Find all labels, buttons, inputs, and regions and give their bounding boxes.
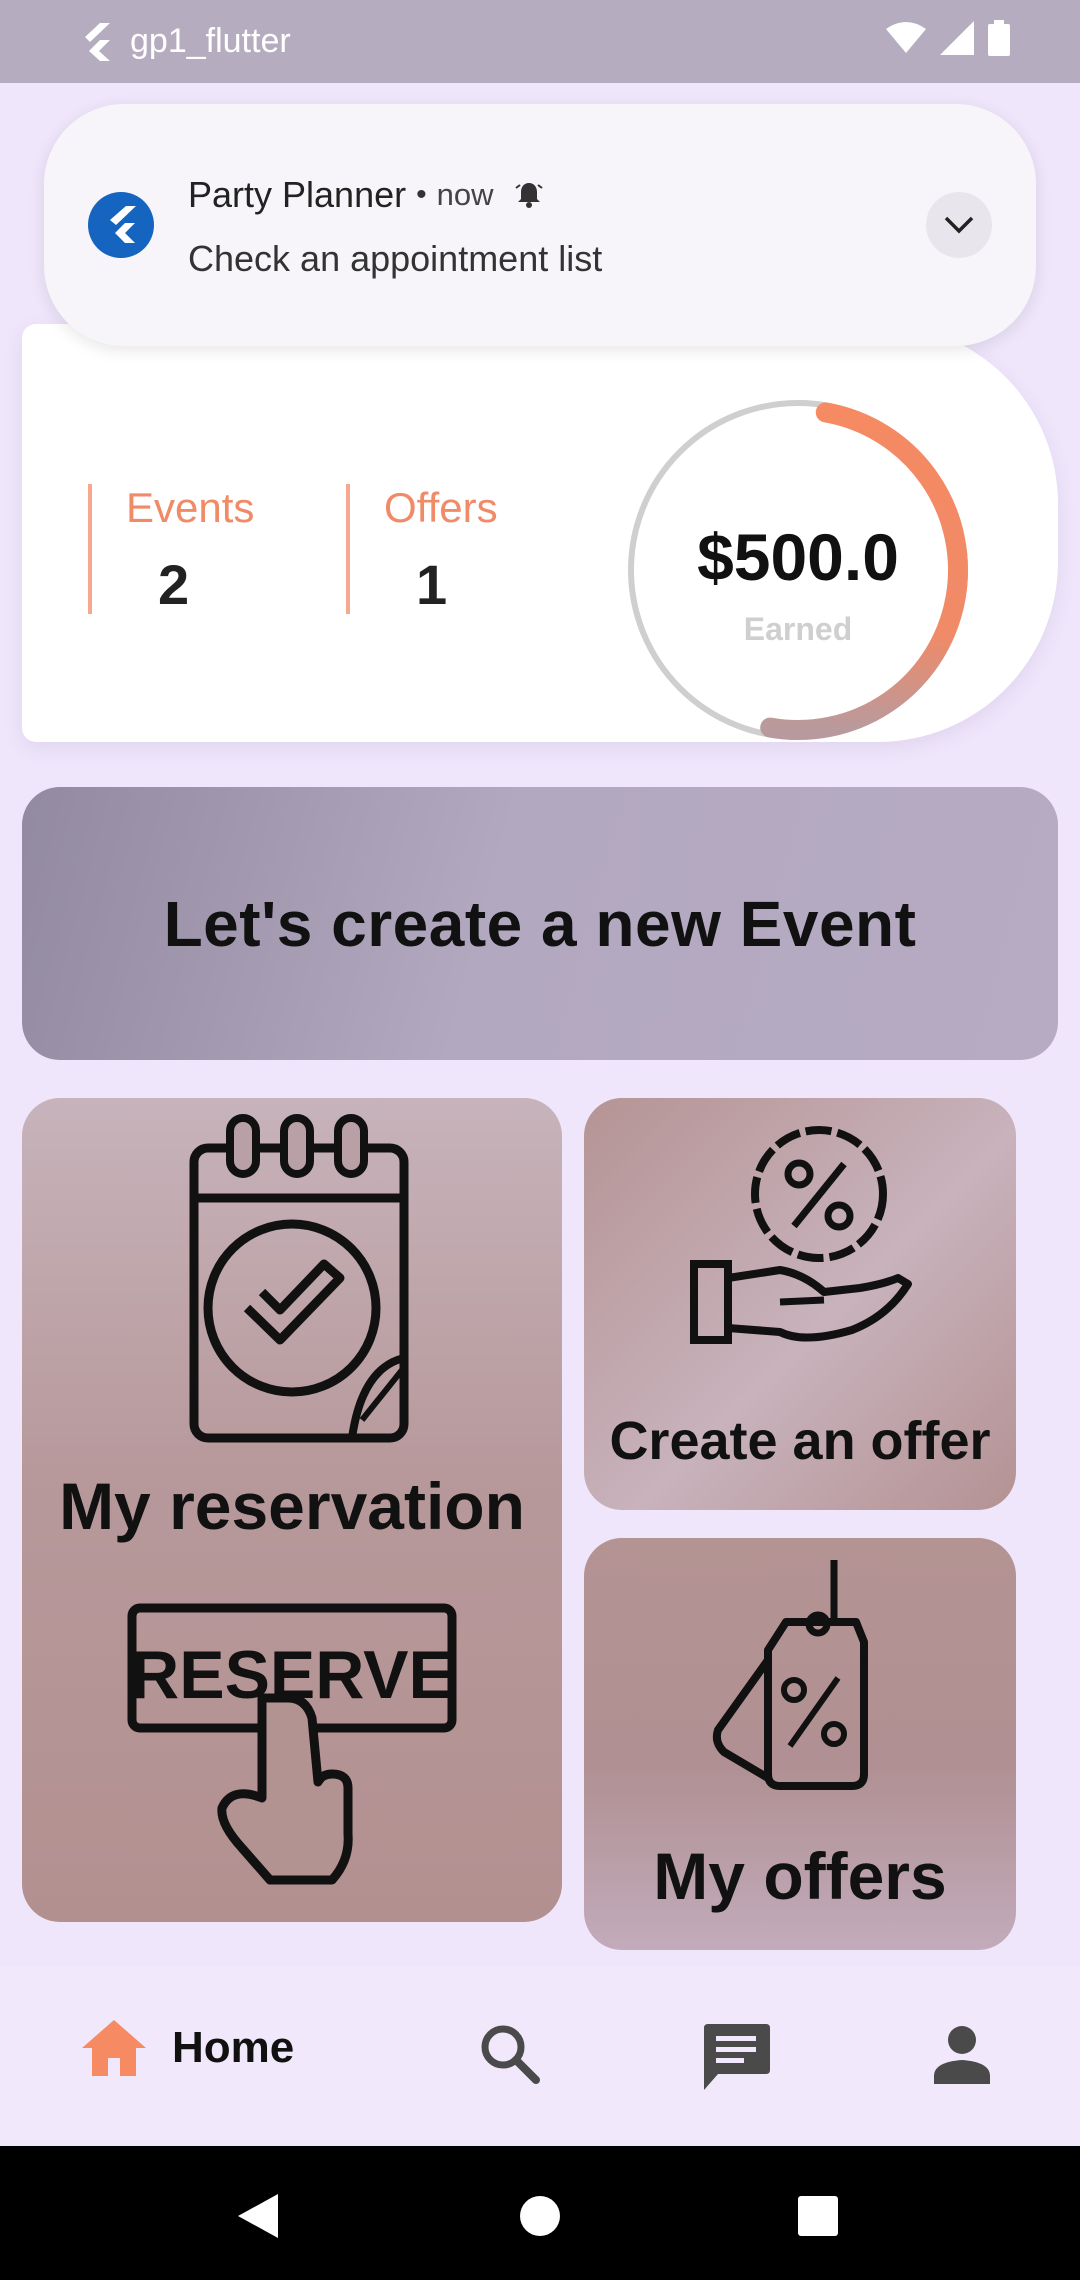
earned-label: Earned [744, 611, 852, 647]
events-stat[interactable]: Events 2 [88, 484, 292, 616]
earned-amount: $500.0 [697, 520, 899, 594]
search-icon [481, 2025, 540, 2084]
nav-home[interactable]: Home [80, 2018, 294, 2078]
my-reservation-tile[interactable]: My reservation RESERVE [22, 1098, 562, 1922]
flutter-logo-icon [85, 22, 110, 61]
notification-message: Check an appointment list [188, 238, 603, 279]
status-bar: gp1_flutter [0, 0, 1080, 83]
events-value: 2 [158, 553, 190, 616]
offers-value: 1 [416, 553, 448, 616]
bell-icon [514, 183, 543, 208]
home-circle-icon[interactable] [518, 2194, 562, 2238]
status-app: gp1_flutter [82, 22, 291, 61]
events-label: Events [126, 484, 255, 531]
offers-stat[interactable]: Offers 1 [346, 484, 550, 616]
nav-profile[interactable] [932, 2024, 992, 2089]
notification-header: Party Planner • now [188, 174, 544, 216]
notification-time: now [436, 177, 494, 212]
nav-messages[interactable] [700, 2020, 772, 2097]
expand-notification-button[interactable] [926, 192, 992, 258]
my-offers-label: My offers [653, 1839, 947, 1913]
reserve-click-icon: RESERVE [127, 1603, 457, 1885]
back-icon[interactable] [236, 2192, 280, 2240]
nav-home-label: Home [172, 2023, 295, 2072]
status-icons [886, 20, 1010, 56]
person-icon [934, 2026, 990, 2084]
stats-card: Events 2 Offers 1 $500.0 Earned [22, 324, 1058, 742]
chevron-down-icon [944, 216, 974, 234]
my-offers-tile[interactable]: My offers [584, 1538, 1016, 1950]
create-event-button[interactable]: Let's create a new Event [22, 787, 1058, 1060]
app-icon [88, 192, 154, 258]
calendar-check-icon [189, 1114, 409, 1443]
create-offer-tile[interactable]: Create an offer [584, 1098, 1016, 1510]
status-app-label: gp1_flutter [130, 22, 291, 60]
my-reservation-label: My reservation [59, 1469, 525, 1543]
signal-icon [940, 21, 974, 55]
notification-separator: • [416, 178, 427, 211]
bottom-navigation: Home [0, 1966, 1080, 2146]
battery-icon [988, 20, 1010, 56]
price-tag-icon [712, 1560, 868, 1790]
recents-icon[interactable] [798, 2196, 838, 2236]
offers-label: Offers [384, 484, 498, 531]
nav-search[interactable] [478, 2022, 540, 2089]
chat-icon [704, 2024, 770, 2090]
notification-card[interactable]: Party Planner • now Check an appointment… [44, 104, 1036, 346]
system-navigation-bar [0, 2146, 1080, 2280]
offer-hand-icon [690, 1126, 912, 1344]
create-offer-label: Create an offer [609, 1411, 991, 1471]
wifi-icon [886, 22, 926, 53]
home-icon [82, 2020, 146, 2076]
earned-gauge: $500.0 Earned [628, 400, 968, 740]
notification-app-name: Party Planner [188, 174, 407, 215]
create-event-label: Let's create a new Event [163, 887, 917, 960]
